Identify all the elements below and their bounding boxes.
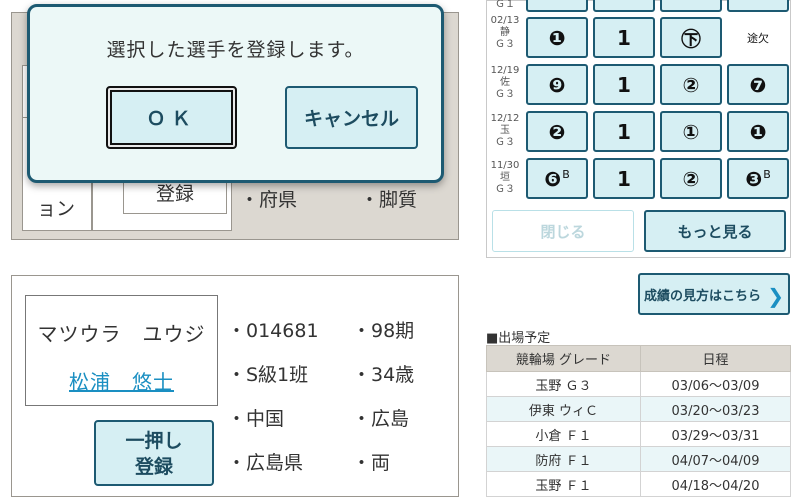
result-cell[interactable]: 1 [593, 64, 655, 105]
chevron-right-icon: ❯ [767, 284, 784, 308]
player-prefecture: ・広島県 [227, 452, 304, 474]
schedule-dates: 04/07〜04/09 [640, 446, 791, 472]
result-grade: Ｇ３ [495, 137, 515, 148]
table-row[interactable]: 玉野 Ｆ１ 04/18〜04/20 [486, 471, 791, 497]
player-region: ・中国 [227, 408, 285, 430]
result-date: 02/13 [490, 15, 520, 26]
schedule-dates: 03/20〜03/23 [640, 396, 791, 422]
result-cell[interactable] [660, 0, 722, 12]
ok-button[interactable]: ＯＫ [106, 86, 237, 149]
player-affiliation: ・広島 [352, 408, 410, 430]
result-date: 11/30 [490, 160, 520, 171]
result-venue: 垣 [500, 172, 510, 183]
schedule-venue: 小倉 Ｆ１ [486, 421, 641, 447]
result-cell[interactable]: 1 [593, 158, 655, 199]
schedule-dates: 03/29〜03/31 [640, 421, 791, 447]
result-date: 12/12 [490, 113, 520, 124]
result-value: ❻ [544, 166, 562, 191]
schedule-title: ■出場予定 [486, 331, 551, 346]
result-value: ❸ [745, 166, 763, 191]
schedule-venue: 伊東 ウィＣ [486, 396, 641, 422]
schedule-dates: 03/06〜03/09 [640, 371, 791, 397]
results-guide-button[interactable]: 成績の見方はこちら ❯ [638, 273, 790, 315]
info-prefecture-partial: ・府県 [240, 189, 298, 211]
schedule-venue: 防府 Ｆ１ [486, 446, 641, 472]
result-grade: Ｇ３ [495, 184, 515, 195]
result-grade: Ｇ１ [495, 0, 515, 10]
results-guide-label: 成績の見方はこちら [644, 288, 762, 304]
result-cell[interactable]: ㊦ [660, 17, 722, 58]
player-leg-style: ・両 [352, 452, 391, 474]
info-leg-partial: ・脚質 [360, 189, 418, 211]
result-cell[interactable]: ❻B [526, 158, 588, 199]
column-header: 競輪場 グレード [486, 345, 641, 372]
cancel-button[interactable]: キャンセル [285, 86, 418, 149]
result-cell[interactable]: ❾ [526, 64, 588, 105]
result-cell[interactable]: ② [660, 64, 722, 105]
result-row-label: 11/30 垣 Ｇ３ [487, 160, 523, 196]
player-name-kana: マツウラ ユウジ [37, 322, 206, 346]
result-cell[interactable]: ② [660, 158, 722, 199]
player-term: ・98期 [352, 320, 415, 342]
schedule-venue: 玉野 Ｆ１ [486, 471, 641, 497]
oneclick-register-button[interactable]: 一押し 登録 [94, 420, 214, 486]
result-cell[interactable]: ❸B [727, 158, 789, 199]
close-button: 閉じる [492, 210, 634, 252]
result-superscript: B [562, 168, 570, 181]
result-cell[interactable]: 1 [593, 17, 655, 58]
player-card: マツウラ ユウジ 松浦 悠士 一押し 登録 ・014681 ・98期 ・S級1班… [11, 275, 459, 497]
player-age: ・34歳 [352, 364, 415, 386]
result-cell[interactable]: ① [660, 111, 722, 152]
result-cell[interactable]: 1 [593, 111, 655, 152]
player-id: ・014681 [227, 320, 319, 342]
confirm-dialog: 選択した選手を登録します。 ＯＫ キャンセル [27, 4, 444, 183]
result-cell[interactable]: ❷ [526, 111, 588, 152]
schedule-table: 競輪場 グレード 日程 玉野 Ｇ３ 03/06〜03/09 伊東 ウィＣ 03/20… [486, 345, 791, 497]
oneclick-label-2: 登録 [134, 456, 173, 478]
result-cell[interactable]: ❼ [727, 64, 789, 105]
dialog-message: 選択した選手を登録します。 [106, 39, 365, 61]
result-grade: Ｇ３ [495, 39, 515, 50]
result-cell-withdrawn: 途欠 [727, 17, 789, 58]
table-header-row: 競輪場 グレード 日程 [486, 345, 791, 372]
player-name-link[interactable]: 松浦 悠士 [26, 366, 217, 395]
result-cell[interactable] [526, 0, 588, 12]
more-button[interactable]: もっと見る [644, 210, 786, 252]
recent-results-panel: Ｇ１ 02/13 静 Ｇ３ ❶ 1 ㊦ 途欠 12/19 佐 Ｇ３ ❾ 1 ② … [486, 0, 791, 258]
player-class: ・S級1班 [227, 364, 309, 386]
result-row-label: 02/13 静 Ｇ３ [487, 15, 523, 51]
partial-label: ョン [37, 198, 76, 220]
table-row[interactable]: 玉野 Ｇ３ 03/06〜03/09 [486, 371, 791, 397]
schedule-venue: 玉野 Ｇ３ [486, 371, 641, 397]
schedule-dates: 04/18〜04/20 [640, 471, 791, 497]
table-row[interactable]: 防府 Ｆ１ 04/07〜04/09 [486, 446, 791, 472]
table-row[interactable]: 小倉 Ｆ１ 03/29〜03/31 [486, 421, 791, 447]
table-row[interactable]: 伊東 ウィＣ 03/20〜03/23 [486, 396, 791, 422]
result-cell[interactable]: ❶ [727, 111, 789, 152]
column-header: 日程 [640, 345, 791, 372]
result-row-label: 12/12 玉 Ｇ３ [487, 113, 523, 149]
player-name-box: マツウラ ユウジ 松浦 悠士 [25, 295, 218, 406]
result-venue: 静 [500, 27, 510, 38]
result-cell[interactable]: ❶ [526, 17, 588, 58]
result-cell[interactable] [727, 0, 789, 12]
register-label: 登録 [155, 182, 194, 205]
result-grade: Ｇ３ [495, 89, 515, 100]
result-superscript: B [763, 168, 771, 181]
result-cell[interactable] [593, 0, 655, 12]
result-venue: 佐 [500, 77, 510, 88]
result-date: 12/19 [490, 65, 520, 76]
oneclick-label-1: 一押し [125, 430, 183, 452]
result-venue: 玉 [500, 125, 510, 136]
result-row-label: 12/19 佐 Ｇ３ [487, 65, 523, 101]
